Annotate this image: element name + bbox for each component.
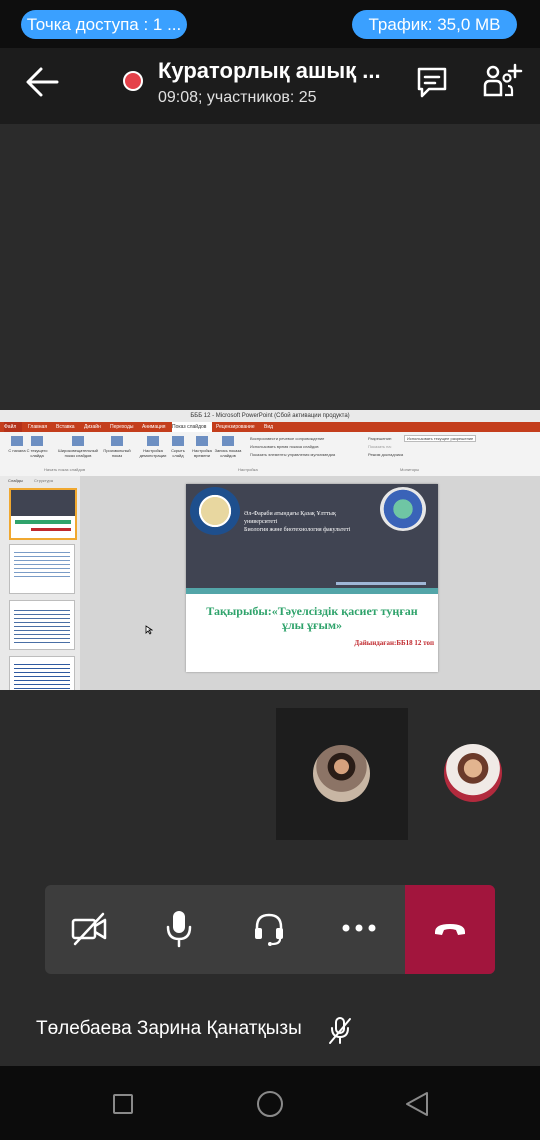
speaker-name: Төлебаева Зарина Қанатқызы xyxy=(36,1018,302,1039)
record-dot-icon xyxy=(123,71,143,91)
ppt-opt-narration: Воспроизвести речевое сопровождение xyxy=(250,436,325,441)
slide-org-line-1: Әл-Фараби атындағы Қазақ Ұлттық xyxy=(244,511,336,517)
ppt-btn-hide-slide: Скрыть слайд xyxy=(166,436,190,462)
ppt-tab-view: Вид xyxy=(264,424,274,430)
ppt-btn-record: Запись показа слайдов xyxy=(214,436,242,462)
ppt-ribbon: С начала С текущего слайда Широковещател… xyxy=(0,432,540,477)
headset-icon[interactable] xyxy=(253,911,285,947)
microphone-icon[interactable] xyxy=(165,909,193,949)
mouse-cursor-icon xyxy=(145,625,153,635)
home-icon[interactable] xyxy=(256,1090,284,1118)
back-arrow-icon[interactable] xyxy=(24,64,60,100)
camera-off-icon[interactable] xyxy=(71,911,109,947)
panel-tab-slides: Слайды xyxy=(8,478,23,483)
participant-avatar xyxy=(313,745,370,802)
slide-org-line-2: университеті xyxy=(244,519,278,525)
ppt-tab-review: Рецензирование xyxy=(216,424,255,430)
traffic-label: Трафик: 35,0 MB xyxy=(368,15,501,34)
ppt-btn-broadcast: Широковещательный показ слайдов xyxy=(56,436,100,462)
ppt-opt-media-controls: Показать элементы управления мультимедиа xyxy=(250,452,336,457)
hotspot-pill: Точка доступа : 1 ... xyxy=(21,10,187,39)
ppt-tab-design: Дизайн xyxy=(84,424,101,430)
ppt-window-title: БББ 12 - Microsoft PowerPoint (Сбой акти… xyxy=(190,413,350,419)
slide-stripe xyxy=(186,588,438,594)
ppt-body: Слайды Структура Әл-Фараби атындағы Қаза… xyxy=(0,476,540,690)
current-slide: Әл-Фараби атындағы Қазақ Ұлттық универси… xyxy=(186,484,438,672)
call-controls xyxy=(45,885,495,974)
chat-icon[interactable] xyxy=(414,64,450,100)
ppt-btn-custom-show: Произвольный показ xyxy=(100,436,134,462)
meeting-subtitle: 09:08; участников: 25 xyxy=(158,89,317,106)
ppt-monitor-presenter-view: Режим докладчика xyxy=(368,452,404,457)
slide-thumbnail xyxy=(9,656,75,690)
ppt-btn-setup: Настройка демонстрации xyxy=(138,436,168,462)
ppt-btn-rehearse: Настройка времени xyxy=(190,436,214,462)
slide-organization: Әл-Фараби атындағы Қазақ Ұлттық универси… xyxy=(244,510,394,534)
slide-thumbnail xyxy=(9,600,75,650)
ppt-tab-file: Файл xyxy=(4,422,22,432)
hotspot-label: Точка доступа : 1 ... xyxy=(26,15,182,34)
slide-topic: Тақырыбы:«Тәуелсіздік қасиет туңған ұлы … xyxy=(206,604,418,632)
ppt-group-start: Начать показ слайдов xyxy=(44,467,86,472)
ppt-group-monitors: Мониторы xyxy=(400,467,420,472)
ppt-monitor-resolution-label: Разрешение: xyxy=(368,436,393,441)
ppt-group-setup: Настройка xyxy=(238,467,258,472)
slide-thumbnail xyxy=(9,488,77,540)
ppt-ribbon-tabs: Файл Главная Вставка Дизайн Переходы Ани… xyxy=(0,422,540,432)
participant-tile[interactable] xyxy=(276,708,408,840)
recents-icon[interactable] xyxy=(112,1093,134,1115)
university-logo-icon xyxy=(190,487,240,535)
system-back-icon[interactable] xyxy=(404,1090,430,1118)
hangup-button[interactable] xyxy=(405,885,495,974)
ppt-title-bar: БББ 12 - Microsoft PowerPoint (Сбой акти… xyxy=(0,410,540,422)
traffic-pill: Трафик: 35,0 MB xyxy=(352,10,517,39)
shared-screen: БББ 12 - Microsoft PowerPoint (Сбой акти… xyxy=(0,410,540,690)
ppt-opt-timings: Использовать время показа слайдов xyxy=(250,444,319,449)
ppt-tab-insert: Вставка xyxy=(56,424,75,430)
participant-avatar[interactable] xyxy=(444,744,502,802)
hangup-icon xyxy=(435,924,465,935)
ppt-btn-from-current: С текущего слайда xyxy=(22,436,52,462)
ppt-monitor-show-on: Показать на: xyxy=(368,444,392,449)
slide-author: Дайындаған:ББ18 12 топ xyxy=(354,639,434,647)
ppt-tab-home: Главная xyxy=(28,424,48,430)
meeting-title: Кураторлық ашық ... xyxy=(158,58,381,83)
slide-canvas: Әл-Фараби атындағы Қазақ Ұлттық универси… xyxy=(80,476,540,690)
ppt-tab-transitions: Переходы xyxy=(110,424,134,430)
slide-thumbnails-panel: Слайды Структура xyxy=(0,476,81,690)
slide-org-line-3: Биология және биотехнология факультеті xyxy=(244,527,351,533)
ppt-tab-animation: Анимация xyxy=(142,424,166,430)
ppt-monitor-resolution-value: Использовать текущее разрешение xyxy=(404,435,477,442)
more-icon[interactable] xyxy=(341,923,377,933)
slide-thumbnail xyxy=(9,544,75,594)
add-participant-icon[interactable] xyxy=(482,62,524,100)
panel-tab-outline: Структура xyxy=(34,478,53,483)
ppt-tab-slideshow: Показ слайдов xyxy=(172,422,212,432)
mic-muted-icon xyxy=(329,1017,351,1044)
